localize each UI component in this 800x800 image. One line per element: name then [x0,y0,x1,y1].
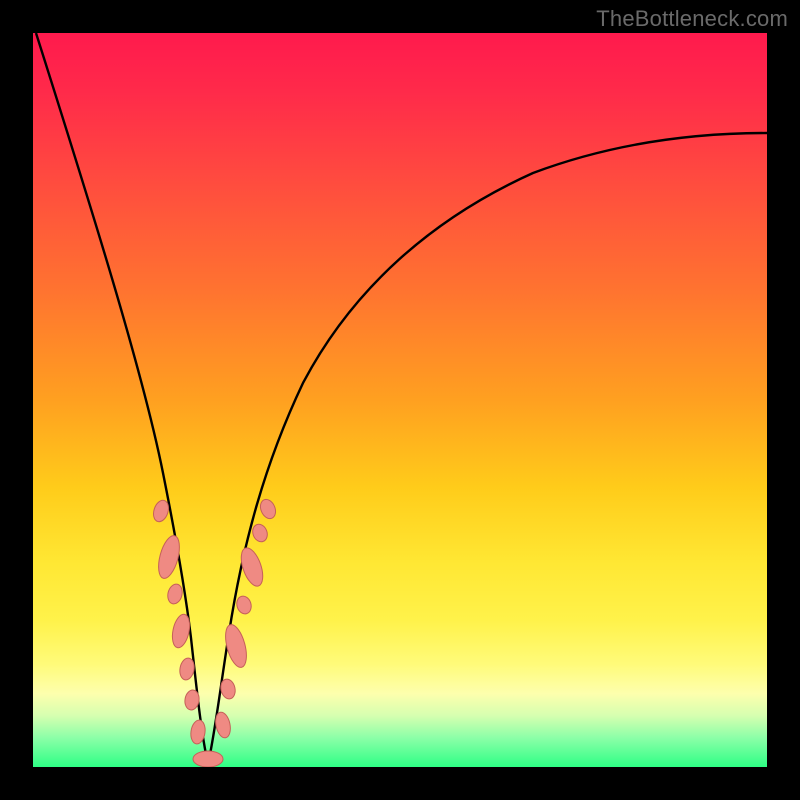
marker [258,497,279,521]
marker [235,594,254,615]
curve-layer [33,33,767,767]
bottleneck-curve [36,33,767,764]
marker [166,583,184,606]
marker [250,522,270,544]
plot-area [33,33,767,767]
marker [193,751,223,767]
chart-frame: TheBottleneck.com [0,0,800,800]
watermark-text: TheBottleneck.com [596,6,788,32]
